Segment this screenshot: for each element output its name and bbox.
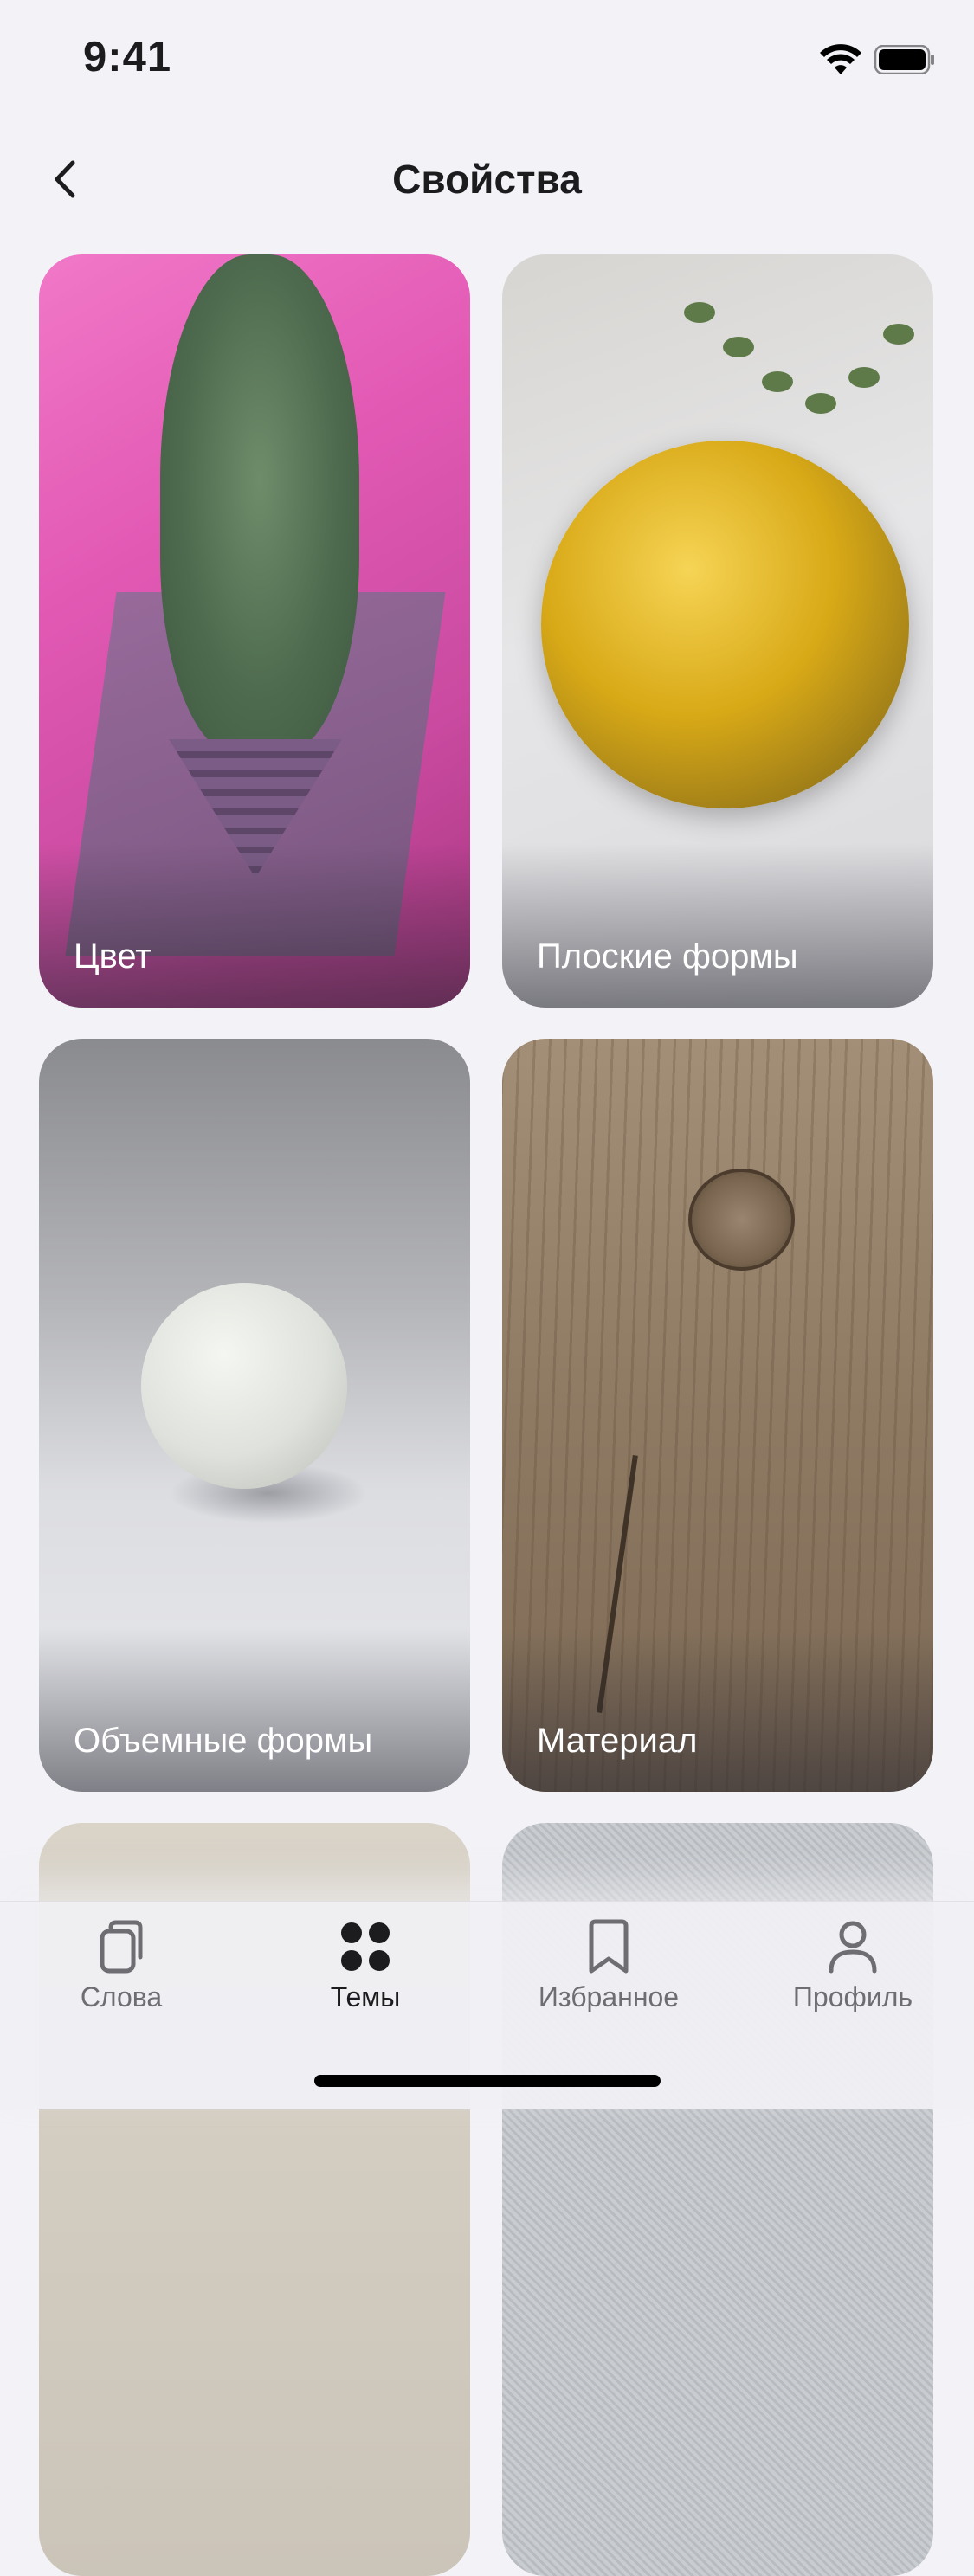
card-illustration [141, 1283, 347, 1489]
tab-label: Профиль [792, 1981, 913, 2012]
card-illustration [541, 441, 909, 808]
card-illustration [688, 1169, 795, 1271]
cards-icon [100, 1920, 143, 1974]
profile-icon [829, 1921, 877, 1974]
tab-label: Слова [80, 1981, 163, 2012]
tab-profile[interactable]: Профиль [766, 1919, 939, 2049]
tab-themes[interactable]: Темы [279, 1919, 452, 2049]
tab-label: Избранное [538, 1981, 680, 2012]
card-label: Объемные формы [74, 1722, 373, 1760]
theme-card-material[interactable]: Материал [502, 1039, 933, 1792]
home-indicator[interactable] [314, 2075, 661, 2087]
grid-dots-icon [341, 1922, 390, 1971]
card-label: Материал [537, 1722, 698, 1760]
tab-words[interactable]: Слова [35, 1919, 208, 2049]
navigation-bar: Свойства [0, 138, 974, 216]
battery-icon [874, 45, 934, 74]
theme-card-flat-shapes[interactable]: Плоские формы [502, 254, 933, 1008]
bookmark-icon [589, 1919, 629, 1974]
status-bar: 9:41 [0, 0, 974, 114]
theme-card-color[interactable]: Цвет [39, 254, 470, 1008]
card-label: Плоские формы [537, 937, 798, 976]
page-title: Свойства [392, 157, 582, 202]
status-time: 9:41 [83, 34, 172, 80]
tab-favorites[interactable]: Избранное [522, 1919, 695, 2049]
tab-label: Темы [330, 1981, 401, 2012]
theme-card-volume-shapes[interactable]: Объемные формы [39, 1039, 470, 1792]
wifi-icon [820, 44, 861, 74]
card-label: Цвет [74, 937, 152, 976]
card-illustration [160, 254, 359, 757]
